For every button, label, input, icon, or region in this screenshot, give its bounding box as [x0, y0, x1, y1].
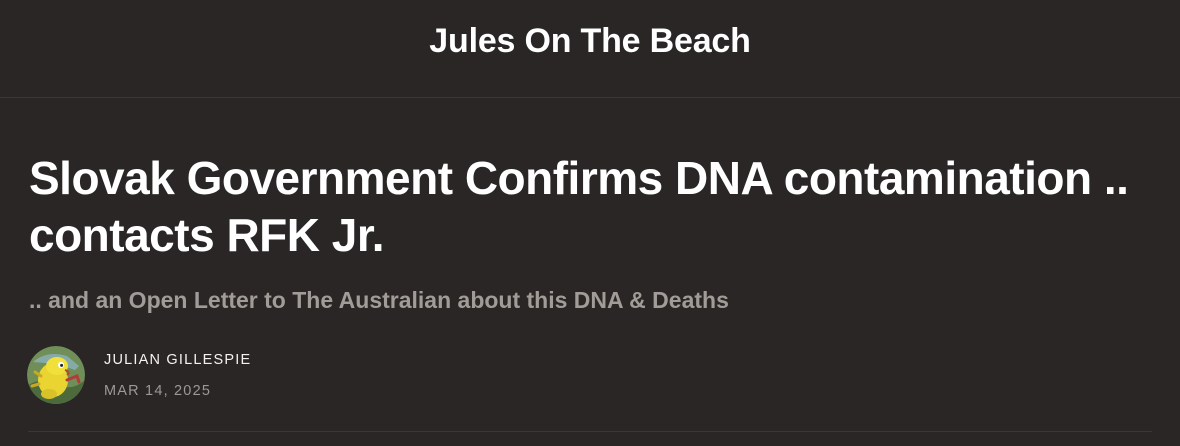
- site-header: Jules On The Beach: [0, 0, 1180, 98]
- author-name-link[interactable]: JULIAN GILLESPIE: [104, 351, 251, 369]
- post-subtitle: .. and an Open Letter to The Australian …: [29, 287, 729, 313]
- byline-divider: [28, 431, 1152, 432]
- post-title: Slovak Government Confirms DNA contamina…: [29, 152, 1129, 261]
- author-avatar-icon[interactable]: [27, 346, 85, 404]
- avatar-illustration: [27, 346, 85, 404]
- byline-meta: JULIAN GILLESPIE MAR 14, 2025: [104, 351, 251, 400]
- post-byline: JULIAN GILLESPIE MAR 14, 2025: [27, 346, 251, 404]
- post-date: MAR 14, 2025: [104, 382, 212, 399]
- site-title-link[interactable]: Jules On The Beach: [429, 22, 751, 61]
